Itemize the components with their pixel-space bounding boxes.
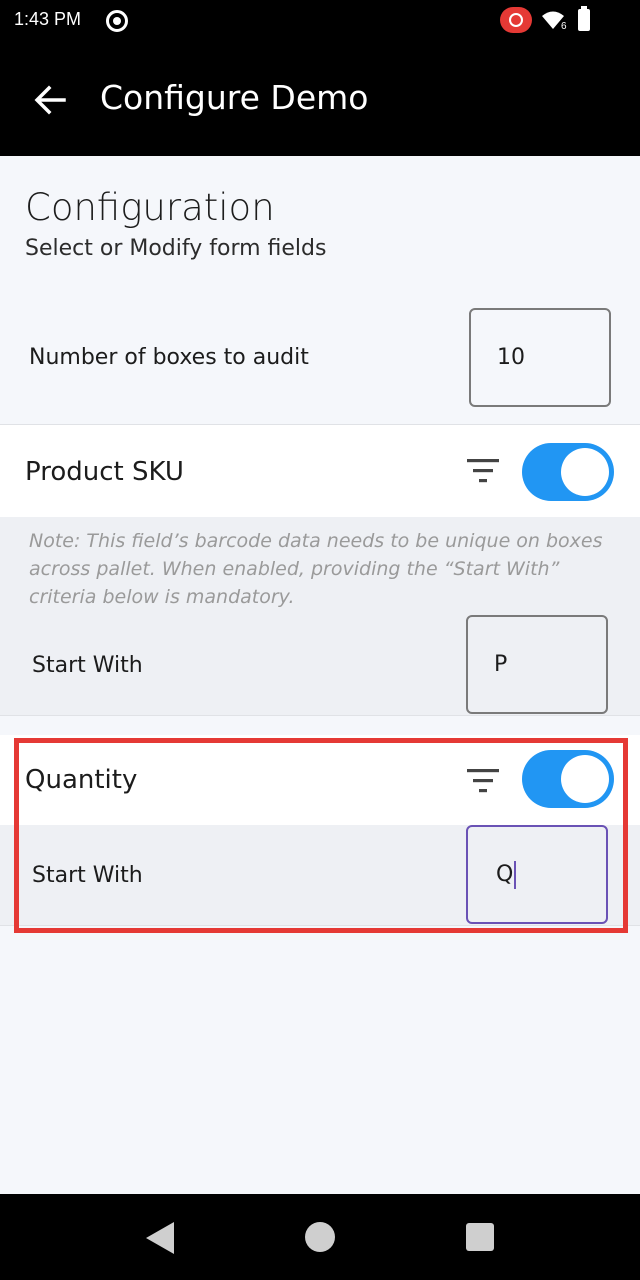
product-sku-row: Product SKU [0,425,640,517]
nav-recent-apps-icon[interactable] [466,1223,494,1251]
boxes-to-audit-label: Number of boxes to audit [29,345,309,370]
app-bar: Configure Demo [0,40,640,156]
configuration-subtitle: Select or Modify form fields [25,236,327,261]
nav-home-icon[interactable] [305,1222,335,1252]
highlight-box [14,738,628,933]
battery-icon [578,6,590,31]
status-time: 1:43 PM [14,9,82,29]
status-bar: 1:43 PM 6 [0,0,640,40]
product-sku-toggle[interactable] [522,443,614,501]
wifi-badge: 6 [561,21,567,31]
product-sku-label: Product SKU [25,457,184,487]
back-arrow-icon[interactable] [30,80,70,120]
nav-back-icon[interactable] [146,1222,174,1254]
filter-icon[interactable] [466,457,502,485]
product-sku-note: Note: This field’s barcode data needs to… [29,530,603,608]
sku-start-with-input[interactable]: P [466,615,608,714]
sku-start-with-value: P [494,651,508,677]
boxes-to-audit-value: 10 [497,344,525,370]
cast-icon [500,7,532,33]
divider [0,715,640,716]
page-title: Configure Demo [100,78,369,117]
screen-record-icon [106,10,128,32]
wifi-icon: 6 [542,11,567,31]
sku-start-with-label: Start With [32,653,143,678]
boxes-to-audit-input[interactable]: 10 [469,308,611,407]
configuration-title: Configuration [25,186,275,229]
